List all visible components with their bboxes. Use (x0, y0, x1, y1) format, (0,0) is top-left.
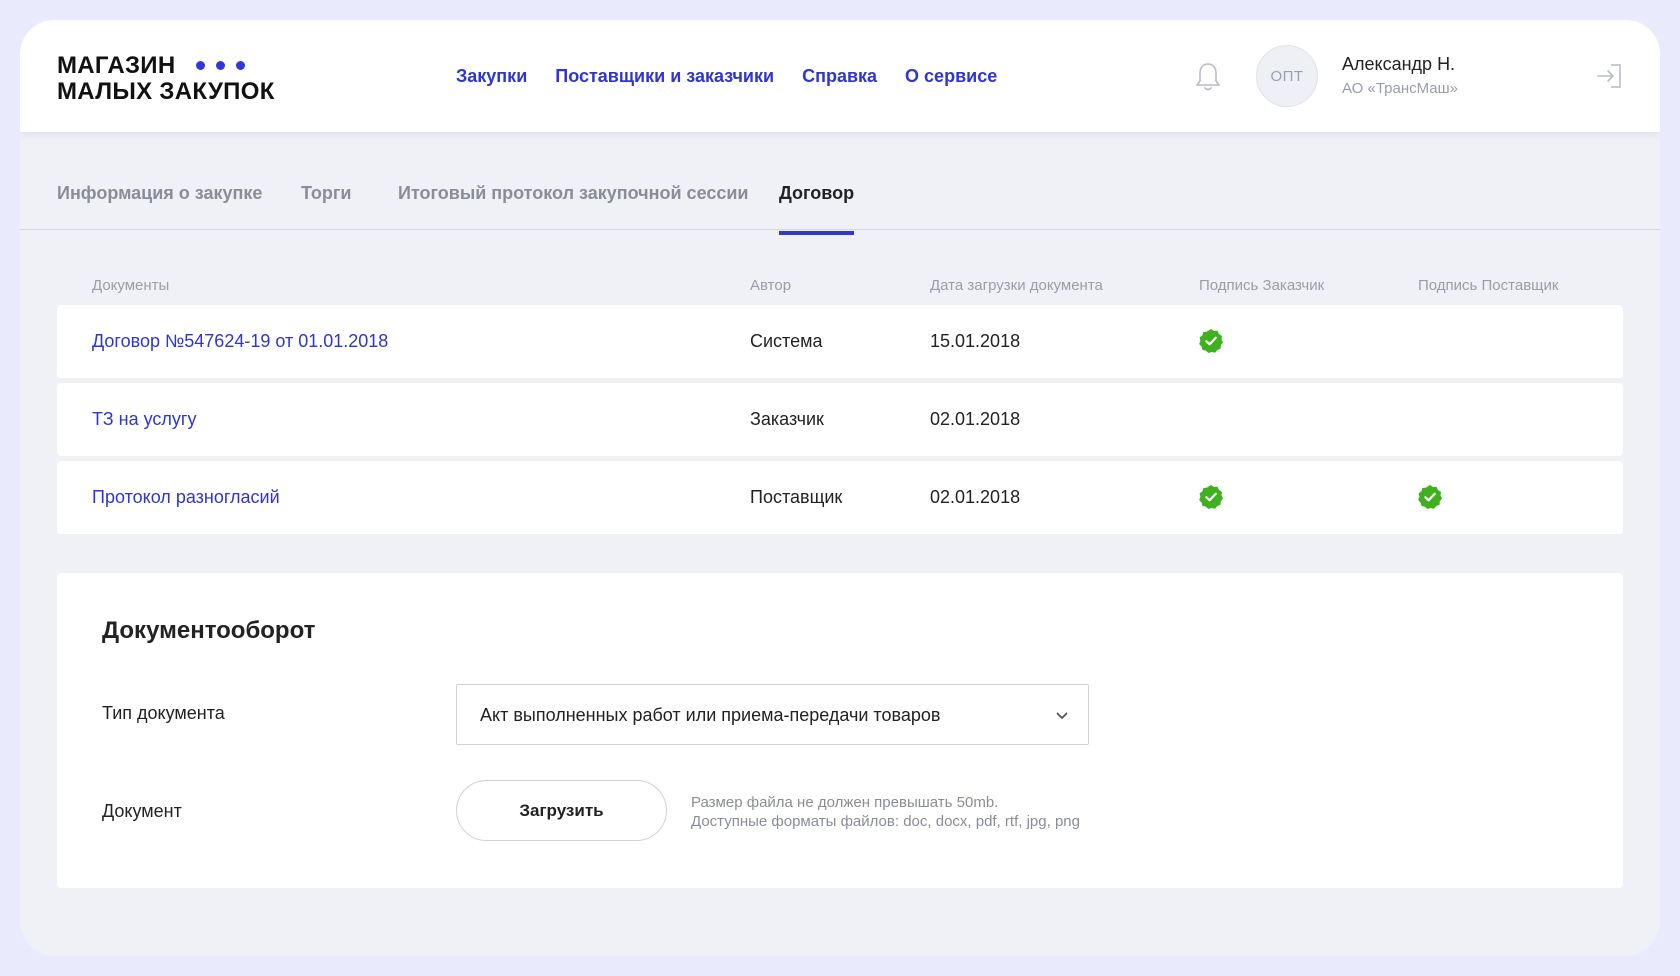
tab-auction[interactable]: Торги (301, 183, 351, 204)
chevron-down-icon (1056, 712, 1068, 719)
nav-link-about[interactable]: О сервисе (905, 66, 997, 87)
date-cell: 15.01.2018 (930, 331, 1021, 351)
tab-contract[interactable]: Договор (779, 183, 855, 235)
author-cell: Система (750, 331, 823, 351)
document-label: Документ (102, 801, 182, 821)
date-cell: 02.01.2018 (930, 487, 1021, 507)
file-formats-hint: Доступные форматы файлов: doc, docx, pdf… (691, 813, 1080, 830)
column-header-customer-signature: Подпись Заказчик (1199, 277, 1325, 294)
logout-icon[interactable] (1596, 62, 1624, 90)
nav-link-suppliers-customers[interactable]: Поставщики и заказчики (555, 66, 774, 87)
logo[interactable]: МАГАЗИН МАЛЫХ ЗАКУПОК (57, 53, 275, 104)
main-nav: Закупки Поставщики и заказчики Справка О… (456, 66, 997, 87)
app-window: МАГАЗИН МАЛЫХ ЗАКУПОК Закупки Поставщики… (20, 20, 1660, 956)
column-header-documents: Документы (92, 277, 170, 294)
document-link[interactable]: ТЗ на услугу (92, 409, 196, 430)
nav-link-purchases[interactable]: Закупки (456, 66, 527, 87)
doc-type-selected-value: Акт выполненных работ или приема-передач… (480, 705, 941, 725)
documents-table-header: Документы Автор Дата загрузки документа … (20, 277, 1660, 297)
column-header-upload-date: Дата загрузки документа (930, 277, 1103, 294)
document-link[interactable]: Договор №547624-19 от 01.01.2018 (92, 331, 388, 352)
column-header-author: Автор (750, 277, 792, 294)
table-row: Договор №547624-19 от 01.01.2018 Система… (57, 305, 1623, 378)
column-header-supplier-signature: Подпись Поставщик (1418, 277, 1559, 294)
docflow-card: Документооборот Тип документа Акт выполн… (57, 573, 1623, 888)
author-cell: Поставщик (750, 487, 843, 507)
logo-dots-icon (196, 50, 256, 75)
nav-link-help[interactable]: Справка (802, 66, 877, 87)
upload-button[interactable]: Загрузить (456, 780, 667, 841)
signed-check-icon (1199, 485, 1223, 509)
logo-line-2: МАЛЫХ ЗАКУПОК (57, 78, 275, 106)
user-name[interactable]: Александр Н. (1342, 54, 1455, 75)
logo-line-1: МАГАЗИН (57, 52, 176, 79)
signed-check-icon (1199, 329, 1223, 353)
bell-icon[interactable] (1194, 60, 1222, 94)
signed-check-icon (1418, 485, 1442, 509)
author-cell: Заказчик (750, 409, 824, 429)
docflow-title: Документооборот (102, 617, 316, 644)
date-cell: 02.01.2018 (930, 409, 1021, 429)
table-row: Протокол разногласий Поставщик 02.01.201… (57, 461, 1623, 534)
tab-final-protocol[interactable]: Итоговый протокол закупочной сессии (398, 183, 749, 204)
table-row: ТЗ на услугу Заказчик 02.01.2018 (57, 383, 1623, 456)
document-link[interactable]: Протокол разногласий (92, 487, 280, 508)
doc-type-label: Тип документа (102, 703, 225, 723)
tab-purchase-info[interactable]: Информация о закупке (57, 183, 262, 204)
top-header: МАГАЗИН МАЛЫХ ЗАКУПОК Закупки Поставщики… (20, 20, 1660, 133)
user-organization: АО «ТрансМаш» (1342, 80, 1459, 97)
file-size-hint: Размер файла не должен превышать 50mb. (691, 794, 999, 811)
avatar[interactable]: ОПТ (1256, 45, 1318, 107)
tab-bar: Информация о закупке Торги Итоговый прот… (20, 133, 1660, 235)
doc-type-select[interactable]: Акт выполненных работ или приема-передач… (456, 684, 1089, 745)
